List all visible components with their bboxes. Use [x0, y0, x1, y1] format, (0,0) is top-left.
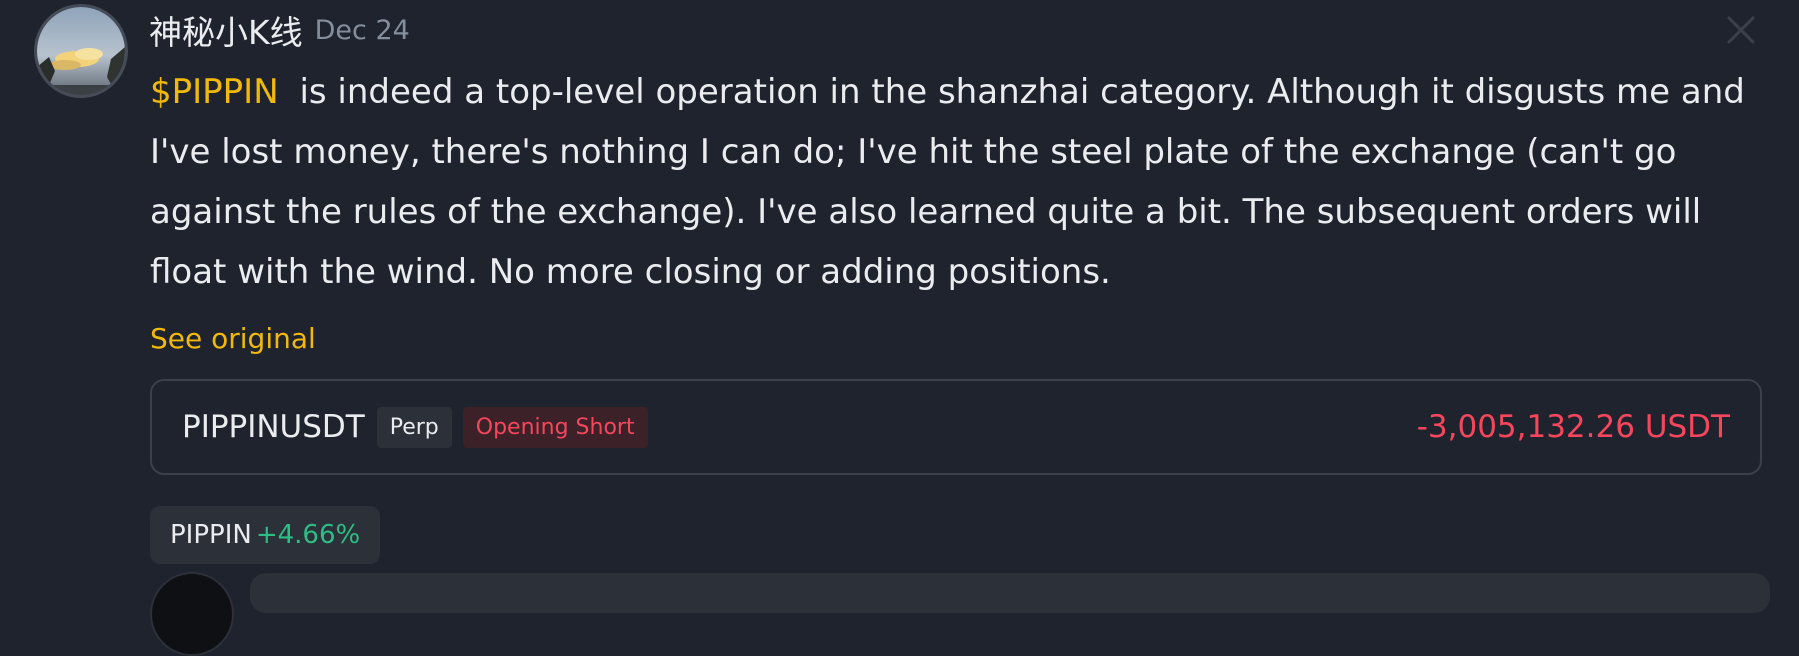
close-icon[interactable]: [1723, 12, 1759, 48]
position-pnl: -3,005,132.26 USDT: [1416, 409, 1730, 445]
avatar[interactable]: [34, 4, 128, 98]
post-body: $PIPPIN is indeed a top-level operation …: [150, 62, 1770, 302]
side-tag: Opening Short: [462, 406, 648, 448]
ticker-link[interactable]: $PIPPIN: [150, 72, 279, 112]
post-date: Dec 24: [314, 14, 410, 46]
author-name[interactable]: 神秘小K线: [149, 6, 303, 54]
reply-input-bar[interactable]: [250, 573, 1770, 613]
post-header: 神秘小K线 Dec 24: [149, 6, 410, 54]
reply-avatar: [150, 572, 234, 656]
coin-chip[interactable]: PIPPIN +4.66%: [150, 506, 381, 564]
coin-name: PIPPIN: [170, 520, 252, 550]
see-original-link[interactable]: See original: [150, 322, 316, 355]
post-text: is indeed a top-level operation in the s…: [150, 72, 1745, 292]
position-symbol: PIPPINUSDT: [182, 409, 365, 445]
position-card[interactable]: PIPPINUSDT Perp Opening Short -3,005,132…: [150, 379, 1762, 475]
coin-change: +4.66%: [255, 520, 361, 550]
perp-tag: Perp: [376, 406, 452, 448]
